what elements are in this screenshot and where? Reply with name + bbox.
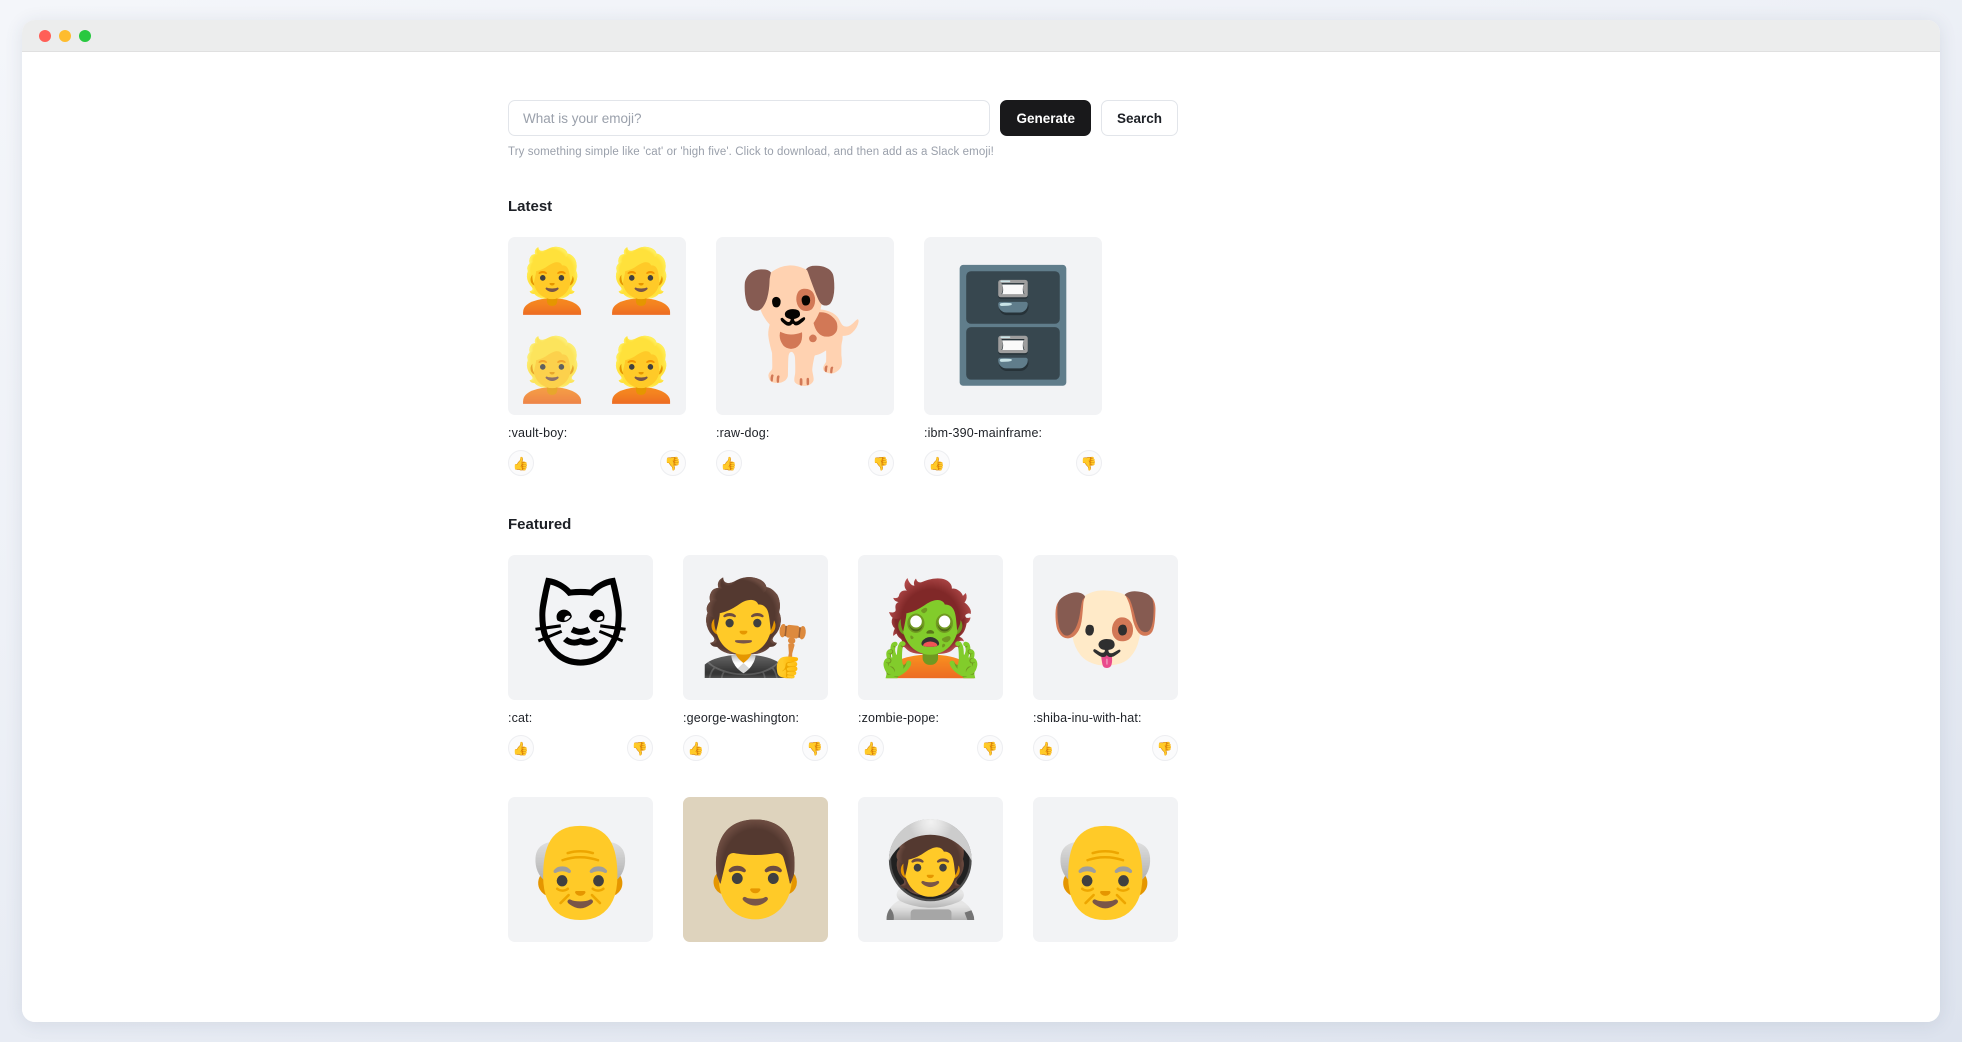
- page-content: Generate Search Try something simple lik…: [508, 52, 1178, 942]
- minimize-button[interactable]: [59, 29, 71, 42]
- thumbs-up-icon[interactable]: 👍: [924, 450, 950, 476]
- vote-row: 👍 👎: [924, 450, 1102, 476]
- browser-window: Generate Search Try something simple lik…: [22, 20, 1940, 1022]
- emoji-card: 🧑‍🚀: [858, 797, 1003, 942]
- emoji-art: 🐱: [532, 576, 629, 679]
- vote-row: 👍 👎: [508, 450, 686, 476]
- search-input[interactable]: [508, 100, 991, 136]
- thumbs-up-icon[interactable]: 👍: [508, 450, 534, 476]
- emoji-art: 👱 👱 👱 👱: [513, 246, 681, 405]
- thumbs-down-icon[interactable]: 👎: [802, 735, 828, 761]
- emoji-thumbnail[interactable]: 🐕: [716, 237, 894, 415]
- emoji-thumbnail[interactable]: 👴: [508, 797, 653, 942]
- emoji-label: :vault-boy:: [508, 426, 568, 440]
- emoji-card: 🐱:cat: 👍 👎: [508, 555, 653, 761]
- emoji-art: 🗄️: [944, 264, 1082, 387]
- emoji-card: 🗄️:ibm-390-mainframe: 👍 👎: [924, 237, 1102, 476]
- emoji-art: 👴: [1048, 818, 1163, 921]
- emoji-thumbnail[interactable]: 🗄️: [924, 237, 1102, 415]
- section-featured: Featured 🐱:cat: 👍 👎 🧑‍⚖️:george-washington: 👍…: [508, 516, 1178, 942]
- thumbs-down-icon[interactable]: 👎: [977, 735, 1003, 761]
- window-titlebar: [22, 20, 1940, 52]
- emoji-thumbnail[interactable]: 🧑‍⚖️: [683, 555, 828, 700]
- emoji-thumbnail[interactable]: 🐱: [508, 555, 653, 700]
- emoji-thumbnail[interactable]: 🧑‍🚀: [858, 797, 1003, 942]
- emoji-thumbnail[interactable]: 🐶: [1033, 555, 1178, 700]
- vote-row: 👍 👎: [716, 450, 894, 476]
- emoji-card: 🧑‍⚖️:george-washington: 👍 👎: [683, 555, 828, 761]
- thumbs-down-icon[interactable]: 👎: [627, 735, 653, 761]
- thumbs-up-icon[interactable]: 👍: [683, 735, 709, 761]
- emoji-card: 👱 👱 👱 👱:vault-boy: 👍 👎: [508, 237, 686, 476]
- emoji-art: 🐕: [736, 264, 874, 387]
- vote-row: 👍 👎: [858, 735, 1003, 761]
- emoji-thumbnail[interactable]: 👴: [1033, 797, 1178, 942]
- vote-row: 👍 👎: [508, 735, 653, 761]
- section-title: Featured: [508, 516, 572, 533]
- emoji-card: 👴: [1033, 797, 1178, 942]
- emoji-art: 🧑‍⚖️: [698, 576, 813, 679]
- search-row: Generate Search: [508, 100, 1178, 136]
- emoji-art: 🐶: [1048, 576, 1163, 679]
- emoji-label: :ibm-390-mainframe:: [924, 426, 1043, 440]
- emoji-art: 👨: [698, 818, 813, 921]
- maximize-button[interactable]: [79, 29, 91, 42]
- emoji-thumbnail[interactable]: 👨: [683, 797, 828, 942]
- search-button[interactable]: Search: [1100, 100, 1178, 136]
- search-hint: Try something simple like 'cat' or 'high…: [508, 146, 994, 158]
- emoji-card: 🐶:shiba-inu-with-hat: 👍 👎: [1033, 555, 1178, 761]
- emoji-grid: 🐱:cat: 👍 👎 🧑‍⚖️:george-washington: 👍 👎 🧟:zombi…: [508, 555, 1178, 942]
- emoji-card: 🐕:raw-dog: 👍 👎: [716, 237, 894, 476]
- thumbs-down-icon[interactable]: 👎: [660, 450, 686, 476]
- sections-container: Latest 👱 👱 👱 👱:vault-boy: 👍 👎 🐕:raw-dog: 👍 👎 🗄️:ib…: [508, 198, 1178, 942]
- thumbs-up-icon[interactable]: 👍: [508, 735, 534, 761]
- thumbs-up-icon[interactable]: 👍: [716, 450, 742, 476]
- thumbs-up-icon[interactable]: 👍: [858, 735, 884, 761]
- emoji-label: :zombie-pope:: [858, 711, 940, 725]
- emoji-card: 🧟:zombie-pope: 👍 👎: [858, 555, 1003, 761]
- thumbs-down-icon[interactable]: 👎: [868, 450, 894, 476]
- thumbs-down-icon[interactable]: 👎: [1076, 450, 1102, 476]
- thumbs-down-icon[interactable]: 👎: [1152, 735, 1178, 761]
- thumbs-up-icon[interactable]: 👍: [1033, 735, 1059, 761]
- emoji-art: 🧟: [873, 576, 988, 679]
- section-latest: Latest 👱 👱 👱 👱:vault-boy: 👍 👎 🐕:raw-dog: 👍 👎 🗄️:ib…: [508, 198, 1178, 476]
- vote-row: 👍 👎: [1033, 735, 1178, 761]
- emoji-thumbnail[interactable]: 🧟: [858, 555, 1003, 700]
- emoji-card: 👨: [683, 797, 828, 942]
- emoji-grid: 👱 👱 👱 👱:vault-boy: 👍 👎 🐕:raw-dog: 👍 👎 🗄️:ibm-390-…: [508, 237, 1178, 476]
- emoji-label: :raw-dog:: [716, 426, 770, 440]
- emoji-art: 👴: [523, 818, 638, 921]
- emoji-art: 🧑‍🚀: [873, 818, 988, 921]
- generate-button[interactable]: Generate: [1000, 100, 1091, 136]
- vote-row: 👍 👎: [683, 735, 828, 761]
- close-button[interactable]: [39, 29, 51, 42]
- emoji-label: :cat:: [508, 711, 533, 725]
- section-title: Latest: [508, 198, 553, 215]
- emoji-card: 👴: [508, 797, 653, 942]
- emoji-label: :shiba-inu-with-hat:: [1033, 711, 1142, 725]
- emoji-label: :george-washington:: [683, 711, 800, 725]
- page-viewport: Generate Search Try something simple lik…: [22, 52, 1940, 1022]
- emoji-thumbnail[interactable]: 👱 👱 👱 👱: [508, 237, 686, 415]
